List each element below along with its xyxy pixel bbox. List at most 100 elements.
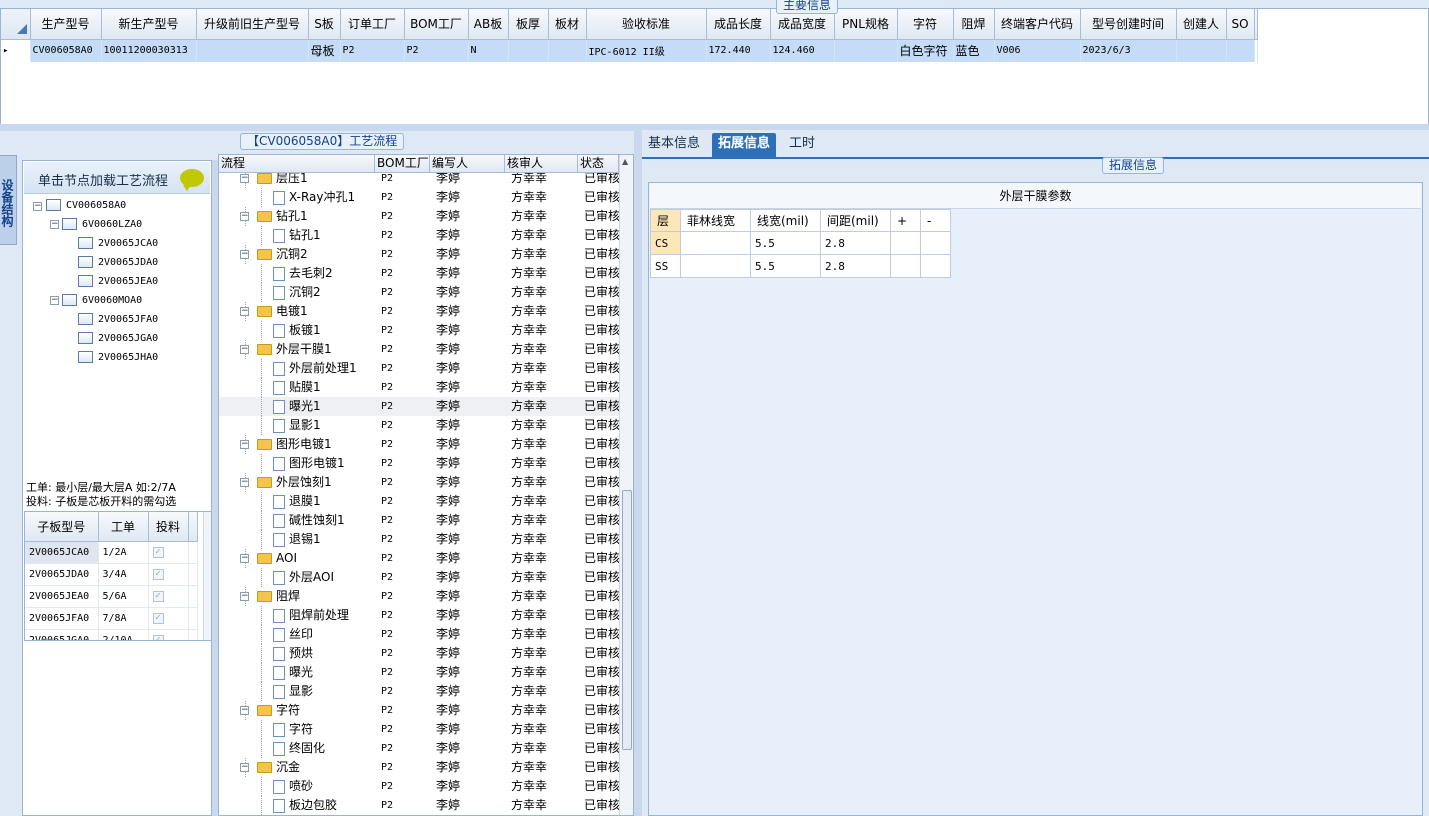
process-name-cell[interactable]: 板镀1 <box>219 321 375 340</box>
bom-cell[interactable]: P2 <box>381 340 430 359</box>
ext-cell[interactable] <box>920 231 951 255</box>
process-name-cell[interactable]: 去毛刺2 <box>219 264 375 283</box>
bom-cell[interactable]: P2 <box>381 207 430 226</box>
reviewer-cell[interactable]: 方幸幸 <box>511 568 578 587</box>
writer-cell[interactable]: 李婷 <box>436 321 505 340</box>
feed-checkbox[interactable]: ✓ <box>152 635 164 640</box>
table-cell[interactable]: IPC-6012 II级 <box>586 39 707 62</box>
process-row[interactable]: 字符 P2 李婷 方幸幸 已审核 <box>219 720 619 739</box>
writer-cell[interactable]: 李婷 <box>436 720 505 739</box>
bom-cell[interactable]: P2 <box>381 549 430 568</box>
writer-cell[interactable]: 李婷 <box>436 359 505 378</box>
writer-cell[interactable]: 李婷 <box>436 777 505 796</box>
reviewer-cell[interactable]: 方幸幸 <box>511 587 578 606</box>
status-cell[interactable]: 已审核 <box>584 302 619 321</box>
reviewer-cell[interactable]: 方幸幸 <box>511 606 578 625</box>
reviewer-cell[interactable]: 方幸幸 <box>511 511 578 530</box>
bom-cell[interactable]: P2 <box>381 378 430 397</box>
bom-cell[interactable]: P2 <box>381 663 430 682</box>
feed-checkbox[interactable]: ✓ <box>152 591 164 602</box>
process-row[interactable]: − 字符 P2 李婷 方幸幸 已审核 <box>219 701 619 720</box>
writer-cell[interactable]: 李婷 <box>436 682 505 701</box>
reviewer-cell[interactable]: 方幸幸 <box>511 549 578 568</box>
writer-cell[interactable]: 李婷 <box>436 245 505 264</box>
column-header[interactable]: AB板 <box>468 9 509 40</box>
process-column-header[interactable]: 编写人 <box>430 155 505 173</box>
bom-cell[interactable]: P2 <box>381 606 430 625</box>
ext-cell[interactable] <box>680 231 751 255</box>
process-row[interactable]: − AOI P2 李婷 方幸幸 已审核 <box>219 549 619 568</box>
sub-feed-cell[interactable]: ✓ <box>148 607 189 630</box>
bom-cell[interactable]: P2 <box>381 416 430 435</box>
writer-cell[interactable]: 李婷 <box>436 378 505 397</box>
status-cell[interactable]: 已审核 <box>584 321 619 340</box>
writer-cell[interactable]: 李婷 <box>436 530 505 549</box>
process-name-cell[interactable]: − 字符 <box>219 701 375 720</box>
bom-cell[interactable]: P2 <box>381 473 430 492</box>
process-row[interactable]: − 钻孔1 P2 李婷 方幸幸 已审核 <box>219 207 619 226</box>
column-header[interactable]: PNL规格 <box>834 9 898 40</box>
status-cell[interactable]: 已审核 <box>584 530 619 549</box>
reviewer-cell[interactable]: 方幸幸 <box>511 701 578 720</box>
table-cell[interactable] <box>1176 39 1227 62</box>
sub-table-row[interactable]: 2V0065JEA0 5/6A ✓ <box>25 585 198 608</box>
ext-column-header[interactable]: + <box>890 209 921 232</box>
process-name-cell[interactable]: − 外层蚀刻1 <box>219 473 375 492</box>
status-cell[interactable]: 已审核 <box>584 720 619 739</box>
table-row[interactable]: ▸ CV006058A0 10011200030313 母板 P2 P2 N IPC-6012… <box>1 39 1258 62</box>
process-row[interactable]: 显影 P2 李婷 方幸幸 已审核 <box>219 682 619 701</box>
collapse-icon[interactable]: − <box>240 174 249 183</box>
ext-column-header[interactable]: 线宽(mil) <box>750 209 821 232</box>
vertical-splitter-2[interactable] <box>634 130 642 816</box>
table-cell[interactable]: P2 <box>340 39 405 62</box>
process-name-cell[interactable]: 显影 <box>219 682 375 701</box>
ext-column-header[interactable]: 菲林线宽 <box>680 209 751 232</box>
reviewer-cell[interactable]: 方幸幸 <box>511 188 578 207</box>
collapse-icon[interactable]: − <box>240 706 249 715</box>
ext-cell[interactable] <box>920 254 951 278</box>
table-cell[interactable]: 10011200030313 <box>101 39 197 62</box>
writer-cell[interactable]: 李婷 <box>436 226 505 245</box>
sub-order-cell[interactable]: 2/10A <box>98 629 149 640</box>
table-cell[interactable]: 白色字符 <box>897 39 954 62</box>
reviewer-cell[interactable]: 方幸幸 <box>511 625 578 644</box>
status-cell[interactable]: 已审核 <box>584 682 619 701</box>
status-cell[interactable]: 已审核 <box>584 796 619 815</box>
process-name-cell[interactable]: 曝光 <box>219 663 375 682</box>
process-row[interactable]: 沉铜2 P2 李婷 方幸幸 已审核 <box>219 283 619 302</box>
column-header[interactable]: 字符 <box>897 9 954 40</box>
row-header-corner[interactable] <box>1 9 31 40</box>
process-name-cell[interactable]: − 阻焊 <box>219 587 375 606</box>
sub-table-row[interactable]: 2V0065JGA0 2/10A ✓ <box>25 629 198 640</box>
sub-column-header[interactable]: 投料 <box>148 512 189 542</box>
tab-extended-info[interactable]: 拓展信息 <box>712 133 777 157</box>
sub-feed-cell[interactable]: ✓ <box>148 563 189 586</box>
process-name-cell[interactable]: X-Ray冲孔1 <box>219 188 375 207</box>
tree-node[interactable]: 2V0065JGA0 <box>78 329 158 348</box>
table-cell[interactable]: P2 <box>404 39 469 62</box>
bom-cell[interactable]: P2 <box>381 758 430 777</box>
process-row[interactable]: 碱性蚀刻1 P2 李婷 方幸幸 已审核 <box>219 511 619 530</box>
ext-column-header[interactable]: - <box>920 209 951 232</box>
sub-grid-scrollbar[interactable] <box>203 512 211 640</box>
reviewer-cell[interactable]: 方幸幸 <box>511 207 578 226</box>
collapse-icon[interactable]: − <box>240 763 249 772</box>
writer-cell[interactable]: 李婷 <box>436 188 505 207</box>
process-name-cell[interactable]: 显影1 <box>219 416 375 435</box>
sub-feed-cell[interactable]: ✓ <box>148 541 189 564</box>
bom-cell[interactable]: P2 <box>381 283 430 302</box>
writer-cell[interactable]: 李婷 <box>436 397 505 416</box>
ext-cell[interactable] <box>890 231 921 255</box>
process-row[interactable]: 显影1 P2 李婷 方幸幸 已审核 <box>219 416 619 435</box>
writer-cell[interactable]: 李婷 <box>436 606 505 625</box>
table-cell[interactable]: 2023/6/3 <box>1080 39 1177 62</box>
process-row[interactable]: − 沉铜2 P2 李婷 方幸幸 已审核 <box>219 245 619 264</box>
collapse-icon[interactable]: − <box>240 592 249 601</box>
writer-cell[interactable]: 李婷 <box>436 587 505 606</box>
status-cell[interactable]: 已审核 <box>584 549 619 568</box>
sub-feed-cell[interactable]: ✓ <box>148 629 189 640</box>
collapse-icon[interactable]: − <box>240 440 249 449</box>
status-cell[interactable]: 已审核 <box>584 173 619 188</box>
status-cell[interactable]: 已审核 <box>584 492 619 511</box>
ext-column-header[interactable]: 间距(mil) <box>820 209 891 232</box>
